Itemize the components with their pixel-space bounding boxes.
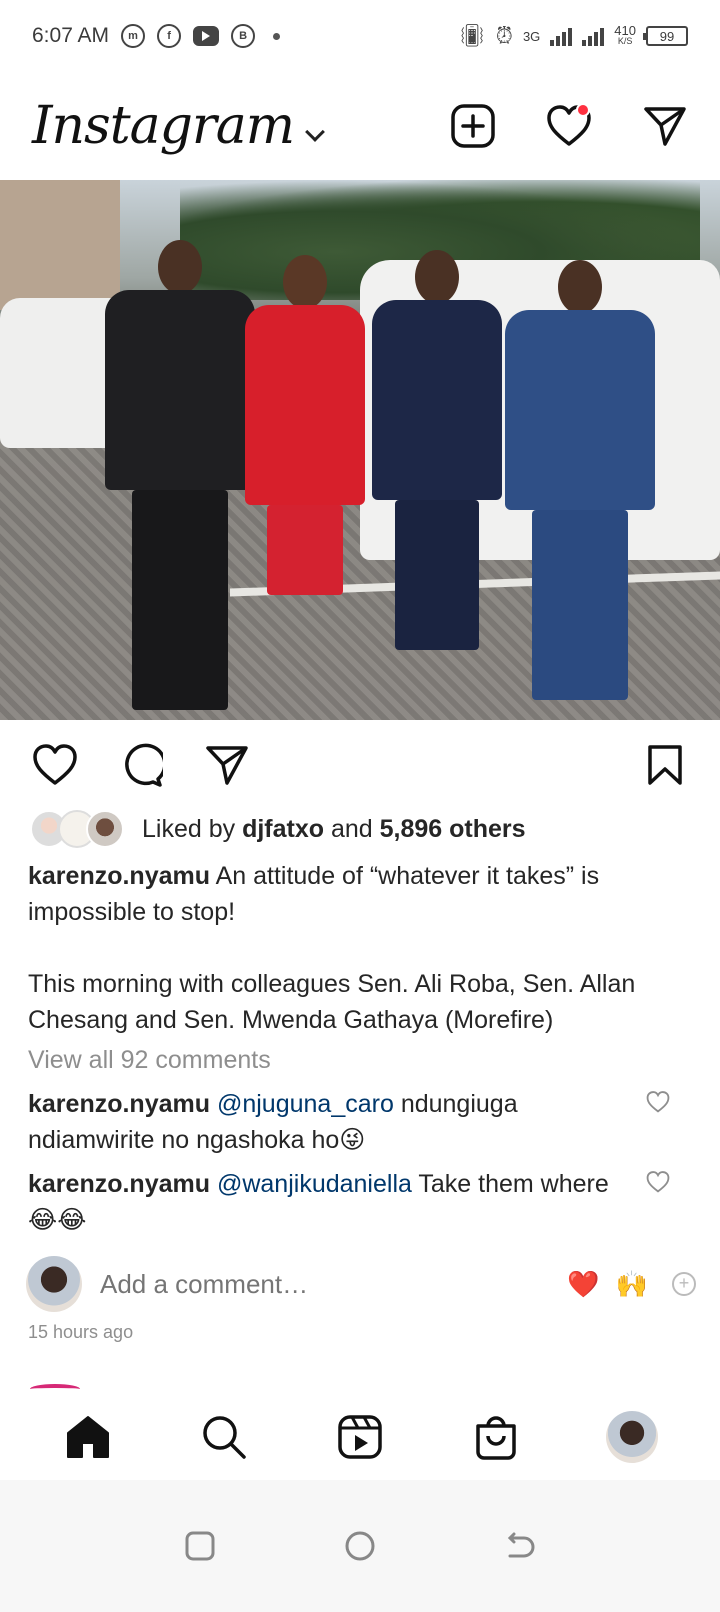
photo-building xyxy=(0,180,120,310)
post-caption: karenzo.nyamu An attitude of “whatever i… xyxy=(28,858,688,1038)
likes-summary[interactable]: Liked by djfatxo and 5,896 others xyxy=(30,810,526,848)
comment-item: karenzo.nyamu @wanjikudaniella Take them… xyxy=(28,1166,628,1238)
save-button[interactable] xyxy=(640,740,690,790)
heart-icon xyxy=(33,744,77,785)
more-notifications-icon xyxy=(273,32,281,40)
liked-by-and: and xyxy=(324,814,380,843)
nav-home[interactable] xyxy=(62,1411,114,1463)
bottom-navigation xyxy=(0,1394,720,1480)
facebook-icon: f xyxy=(157,24,182,48)
comment-input[interactable] xyxy=(100,1268,500,1300)
comment-mention[interactable]: @njuguna_caro xyxy=(217,1090,394,1118)
notification-dot xyxy=(576,103,590,117)
likes-text: Liked by djfatxo and 5,896 others xyxy=(142,815,526,844)
avatar xyxy=(606,1411,658,1463)
comment-like-icon[interactable] xyxy=(646,1090,670,1114)
app-notification-icon: B xyxy=(231,24,256,48)
notifications-button[interactable] xyxy=(546,103,592,149)
direct-message-icon xyxy=(644,107,686,146)
photo-person-1 xyxy=(105,240,255,710)
next-post-avatar-ring xyxy=(30,1384,80,1394)
reels-icon xyxy=(338,1415,382,1459)
liked-by-others[interactable]: 5,896 others xyxy=(380,815,526,843)
photo-person-3 xyxy=(372,250,502,650)
comment-author[interactable]: karenzo.nyamu xyxy=(28,1090,210,1118)
nav-profile[interactable] xyxy=(606,1411,658,1463)
caption-author[interactable]: karenzo.nyamu xyxy=(28,862,210,890)
share-button[interactable] xyxy=(202,740,252,790)
avatar xyxy=(86,810,124,848)
new-post-icon xyxy=(451,104,495,148)
more-emoji-icon[interactable]: + xyxy=(672,1272,696,1296)
photo-person-4 xyxy=(505,260,655,700)
direct-messages-button[interactable] xyxy=(642,103,688,149)
signal-icon-2 xyxy=(582,26,605,46)
nav-shop[interactable] xyxy=(470,1411,522,1463)
net-speed-value: 410 xyxy=(614,23,636,38)
nav-reels[interactable] xyxy=(334,1411,386,1463)
battery-icon: 99 xyxy=(643,26,688,46)
comment-mention[interactable]: @wanjikudaniella xyxy=(217,1170,412,1198)
post-timestamp: 15 hours ago xyxy=(28,1322,134,1342)
liker-avatars xyxy=(30,810,134,848)
comment-icon xyxy=(125,743,163,787)
liked-by-user[interactable]: djfatxo xyxy=(242,815,324,843)
comment-item: karenzo.nyamu @njuguna_caro ndungiuga nd… xyxy=(28,1086,628,1158)
chevron-down-icon[interactable] xyxy=(305,122,325,142)
shop-icon xyxy=(476,1416,516,1460)
quick-emoji-raised-hands[interactable]: 🙌 xyxy=(616,1269,648,1300)
search-icon xyxy=(203,1416,246,1459)
post-actions xyxy=(0,732,720,798)
net-speed-unit: K/S xyxy=(617,36,633,46)
status-time: 6:07 AM xyxy=(32,24,110,47)
alarm-icon: ⏰︎ xyxy=(495,23,513,48)
vibrate-icon: 📳︎ xyxy=(457,23,486,48)
new-post-button[interactable] xyxy=(450,103,496,149)
network-type: 3G xyxy=(522,28,541,44)
net-speed: 410 K/S xyxy=(614,23,636,47)
share-icon xyxy=(206,746,248,785)
post-photo[interactable] xyxy=(0,180,720,720)
status-bar: 6:07 AM m f B 📳︎ ⏰︎ 3G 410 K/S 99 xyxy=(0,0,720,72)
home-circle-icon[interactable] xyxy=(344,1530,376,1562)
comment-author[interactable]: karenzo.nyamu xyxy=(28,1170,210,1198)
add-comment-row: ❤️ 🙌 + xyxy=(26,1254,696,1314)
system-navigation xyxy=(0,1480,720,1612)
avatar xyxy=(26,1256,82,1312)
app-header: Instagram xyxy=(0,72,720,180)
view-all-comments-link[interactable]: View all 92 comments xyxy=(28,1046,271,1075)
photo-person-2 xyxy=(245,255,365,655)
comment-like-icon[interactable] xyxy=(646,1170,670,1194)
bookmark-icon xyxy=(648,745,682,785)
like-button[interactable] xyxy=(30,740,80,790)
home-icon xyxy=(67,1416,109,1458)
instagram-logo[interactable]: Instagram xyxy=(32,96,295,156)
quick-emoji-heart[interactable]: ❤️ xyxy=(567,1269,599,1300)
comment-button[interactable] xyxy=(116,740,166,790)
back-icon[interactable] xyxy=(504,1530,536,1562)
liked-by-prefix: Liked by xyxy=(142,814,243,843)
youtube-icon xyxy=(193,26,220,46)
signal-icon xyxy=(550,26,573,46)
messenger-icon: m xyxy=(121,24,146,48)
nav-search[interactable] xyxy=(198,1411,250,1463)
recents-icon[interactable] xyxy=(184,1530,216,1562)
